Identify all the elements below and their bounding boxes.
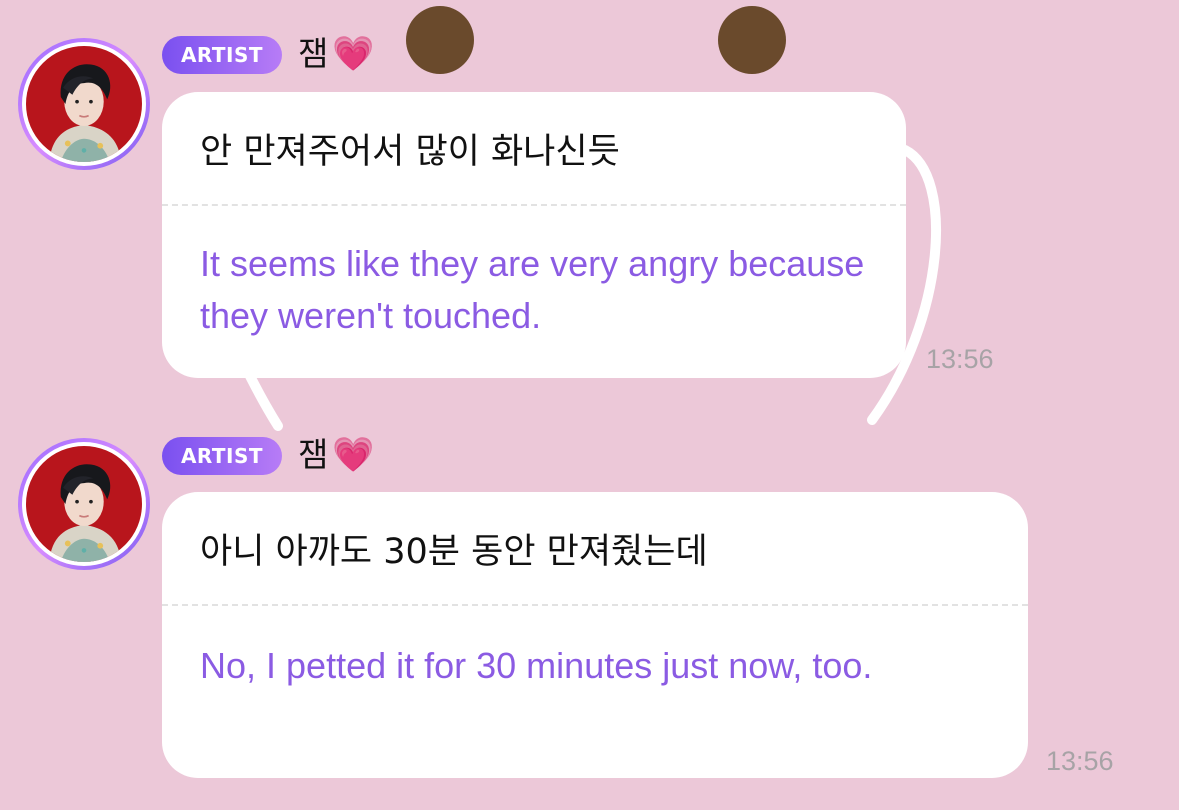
sender-avatar[interactable]: [18, 438, 150, 570]
artist-avatar-photo-icon: [26, 46, 142, 162]
artist-avatar-photo-icon: [26, 446, 142, 562]
artist-badge: ARTIST: [162, 36, 282, 74]
artist-badge: ARTIST: [162, 437, 282, 475]
message-original-text: 안 만져주어서 많이 화나신듯: [200, 132, 620, 172]
message-bubble[interactable]: 아니 아까도 30분 동안 만져줬는데 No, I petted it for …: [162, 492, 1028, 778]
message-translation-text: No, I petted it for 30 minutes just now,…: [200, 645, 873, 686]
sender-name-text: 잼: [298, 34, 329, 73]
heart-icon: 💗: [332, 34, 375, 74]
message-translation-text: It seems like they are very angry becaus…: [200, 243, 865, 336]
message-timestamp: 13:56: [1046, 746, 1114, 776]
translation-divider: [162, 604, 1028, 606]
right-ear-shape: [718, 6, 786, 74]
sender-avatar[interactable]: [18, 38, 150, 170]
sender-name: 잼 💗: [298, 435, 375, 475]
translation-divider: [162, 204, 906, 206]
heart-icon: 💗: [332, 435, 375, 475]
sender-name-text: 잼: [298, 435, 329, 474]
message-original-text: 아니 아까도 30분 동안 만져줬는데: [200, 532, 708, 572]
message-bubble[interactable]: 안 만져주어서 많이 화나신듯 It seems like they are v…: [162, 92, 906, 378]
message-timestamp: 13:56: [926, 344, 994, 374]
curved-line-shape-left: [243, 367, 283, 431]
left-ear-shape: [406, 6, 474, 74]
sender-name: 잼 💗: [298, 34, 375, 74]
